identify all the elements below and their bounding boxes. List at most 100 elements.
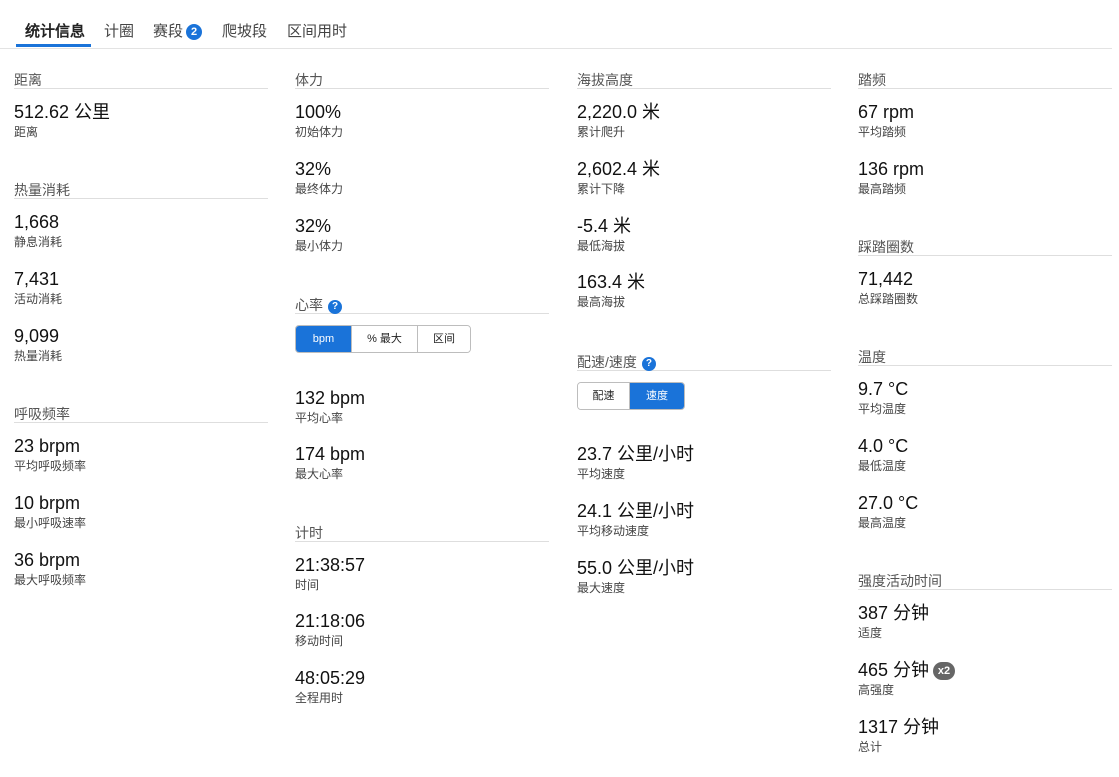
stat-value: 36 brpm (14, 550, 81, 570)
stat-min-stamina: 32% 最小体力 (295, 214, 343, 254)
stat-active-calories: 7,431 活动消耗 (14, 267, 62, 307)
stat-label: 静息消耗 (14, 235, 63, 249)
tab-stats-label: 统计信息 (25, 23, 86, 40)
stat-min-elevation: -5.4 米 最低海拔 (577, 214, 631, 254)
stat-value: 32% (295, 216, 332, 236)
stat-max-cadence: 136 rpm 最高踏频 (858, 157, 924, 197)
section-title-intensity: 强度活动时间 (858, 571, 1112, 590)
tab-climbs-label: 爬坡段 (222, 23, 268, 40)
stat-value: 163.4 米 (577, 272, 646, 292)
stat-total-descent: 2,602.4 米 累计下降 (577, 157, 660, 197)
stat-value: 24.1 公里/小时 (577, 501, 695, 521)
stat-value: 21:38:57 (295, 555, 366, 575)
stat-value: 9.7 °C (858, 379, 909, 399)
stat-avg-speed: 23.7 公里/小时 平均速度 (577, 442, 694, 482)
tab-bar: 统计信息 计圈 赛段 2 爬坡段 区间用时 (0, 0, 1112, 49)
section-title-cadence: 踏频 (858, 70, 1112, 89)
stat-value: 23 brpm (14, 436, 81, 456)
stat-label: 平均踏频 (858, 125, 907, 139)
stat-label: 平均温度 (858, 402, 907, 416)
tab-splits-label: 区间用时 (287, 23, 348, 40)
stat-value: -5.4 米 (577, 216, 632, 236)
stat-avg-moving-speed: 24.1 公里/小时 平均移动速度 (577, 499, 694, 539)
stat-total-strokes: 71,442 总踩踏圈数 (858, 267, 918, 307)
stat-value: 23.7 公里/小时 (577, 444, 695, 464)
stat-label: 最高海拔 (577, 295, 626, 309)
stat-label: 最高温度 (858, 516, 907, 530)
stat-max-speed: 55.0 公里/小时 最大速度 (577, 556, 694, 596)
stat-value: 100% (295, 102, 342, 122)
stat-label: 最低温度 (858, 459, 907, 473)
stat-avg-respiration: 23 brpm 平均呼吸频率 (14, 434, 86, 474)
stat-label: 总计 (858, 740, 883, 754)
section-title-timing: 计时 (295, 523, 549, 542)
segments-count-badge: 2 (186, 24, 203, 40)
pace-speed-title: 配速/速度 (577, 354, 637, 370)
stat-elapsed-time: 48:05:29 全程用时 (295, 666, 365, 706)
tab-splits[interactable]: 区间用时 (287, 20, 347, 47)
stat-value: 55.0 公里/小时 (577, 558, 695, 578)
stat-total-ascent: 2,220.0 米 累计爬升 (577, 100, 660, 140)
stat-label: 热量消耗 (14, 349, 63, 363)
stat-min-temperature: 4.0 °C 最低温度 (858, 434, 908, 474)
stat-min-respiration: 10 brpm 最小呼吸速率 (14, 491, 86, 531)
stat-value: 67 rpm (858, 102, 915, 122)
stat-label: 活动消耗 (14, 292, 63, 306)
pace-speed-toggle: 配速 速度 (577, 382, 685, 410)
help-icon[interactable]: ? (641, 357, 656, 371)
stat-max-elevation: 163.4 米 最高海拔 (577, 270, 645, 310)
stat-label: 平均呼吸频率 (14, 459, 87, 473)
stat-value: 71,442 (858, 269, 914, 289)
stat-label: 高强度 (858, 683, 895, 697)
stat-value: 1,668 (14, 212, 60, 232)
stat-label: 全程用时 (295, 691, 344, 705)
section-title-stamina: 体力 (295, 70, 549, 89)
stat-label: 平均速度 (577, 467, 626, 481)
stat-value: 48:05:29 (295, 668, 366, 688)
pace-button[interactable]: 配速 (578, 383, 630, 409)
tab-climbs[interactable]: 爬坡段 (222, 20, 267, 47)
hr-zones-button[interactable]: 区间 (418, 326, 470, 352)
stat-label: 最大心率 (295, 467, 344, 481)
tab-stats[interactable]: 统计信息 (16, 20, 91, 47)
stat-label: 最终体力 (295, 182, 344, 196)
stat-value: 27.0 °C (858, 493, 919, 513)
stat-moderate-intensity: 387 分钟 适度 (858, 601, 929, 641)
stat-value: 512.62 公里 (14, 102, 111, 122)
heart-rate-title: 心率 (295, 297, 323, 313)
section-title-elevation: 海拔高度 (577, 70, 831, 89)
stat-value: 1317 分钟 (858, 717, 940, 737)
multiplier-badge: x2 (933, 662, 956, 680)
stat-label: 最低海拔 (577, 239, 626, 253)
help-icon[interactable]: ? (328, 300, 342, 314)
section-title-temperature: 温度 (858, 347, 1112, 366)
stat-label: 距离 (14, 125, 39, 139)
stat-total-intensity: 1317 分钟 总计 (858, 715, 939, 755)
tab-laps-label: 计圈 (104, 23, 135, 40)
stat-label: 时间 (295, 578, 320, 592)
stat-moving-time: 21:18:06 移动时间 (295, 609, 365, 649)
stat-value: 2,220.0 米 (577, 102, 661, 122)
stat-time: 21:38:57 时间 (295, 553, 365, 593)
stat-max-respiration: 36 brpm 最大呼吸频率 (14, 548, 86, 588)
stat-value: 465 分钟 (858, 660, 930, 680)
stat-max-temperature: 27.0 °C 最高温度 (858, 491, 918, 531)
stat-avg-heart-rate: 132 bpm 平均心率 (295, 386, 365, 426)
section-title-calories: 热量消耗 (14, 180, 268, 199)
section-title-heart-rate: 心率? (295, 295, 549, 314)
speed-button[interactable]: 速度 (630, 383, 684, 409)
stat-label: 总踩踏圈数 (858, 292, 919, 306)
stat-vigorous-intensity: 465 分钟 x2 高强度 (858, 658, 956, 698)
stat-label: 平均移动速度 (577, 524, 650, 538)
stat-label: 平均心率 (295, 411, 344, 425)
stat-label: 累计爬升 (577, 125, 626, 139)
section-title-respiration: 呼吸频率 (14, 404, 268, 423)
hr-bpm-button[interactable]: bpm (296, 326, 352, 352)
stat-resting-calories: 1,668 静息消耗 (14, 210, 62, 250)
heart-rate-unit-toggle: bpm % 最大 区间 (295, 325, 471, 353)
tab-segments[interactable]: 赛段 2 (153, 20, 203, 47)
stat-label: 最小体力 (295, 239, 344, 253)
stat-initial-stamina: 100% 初始体力 (295, 100, 343, 140)
hr-percent-max-button[interactable]: % 最大 (352, 326, 418, 352)
tab-laps[interactable]: 计圈 (104, 20, 134, 47)
